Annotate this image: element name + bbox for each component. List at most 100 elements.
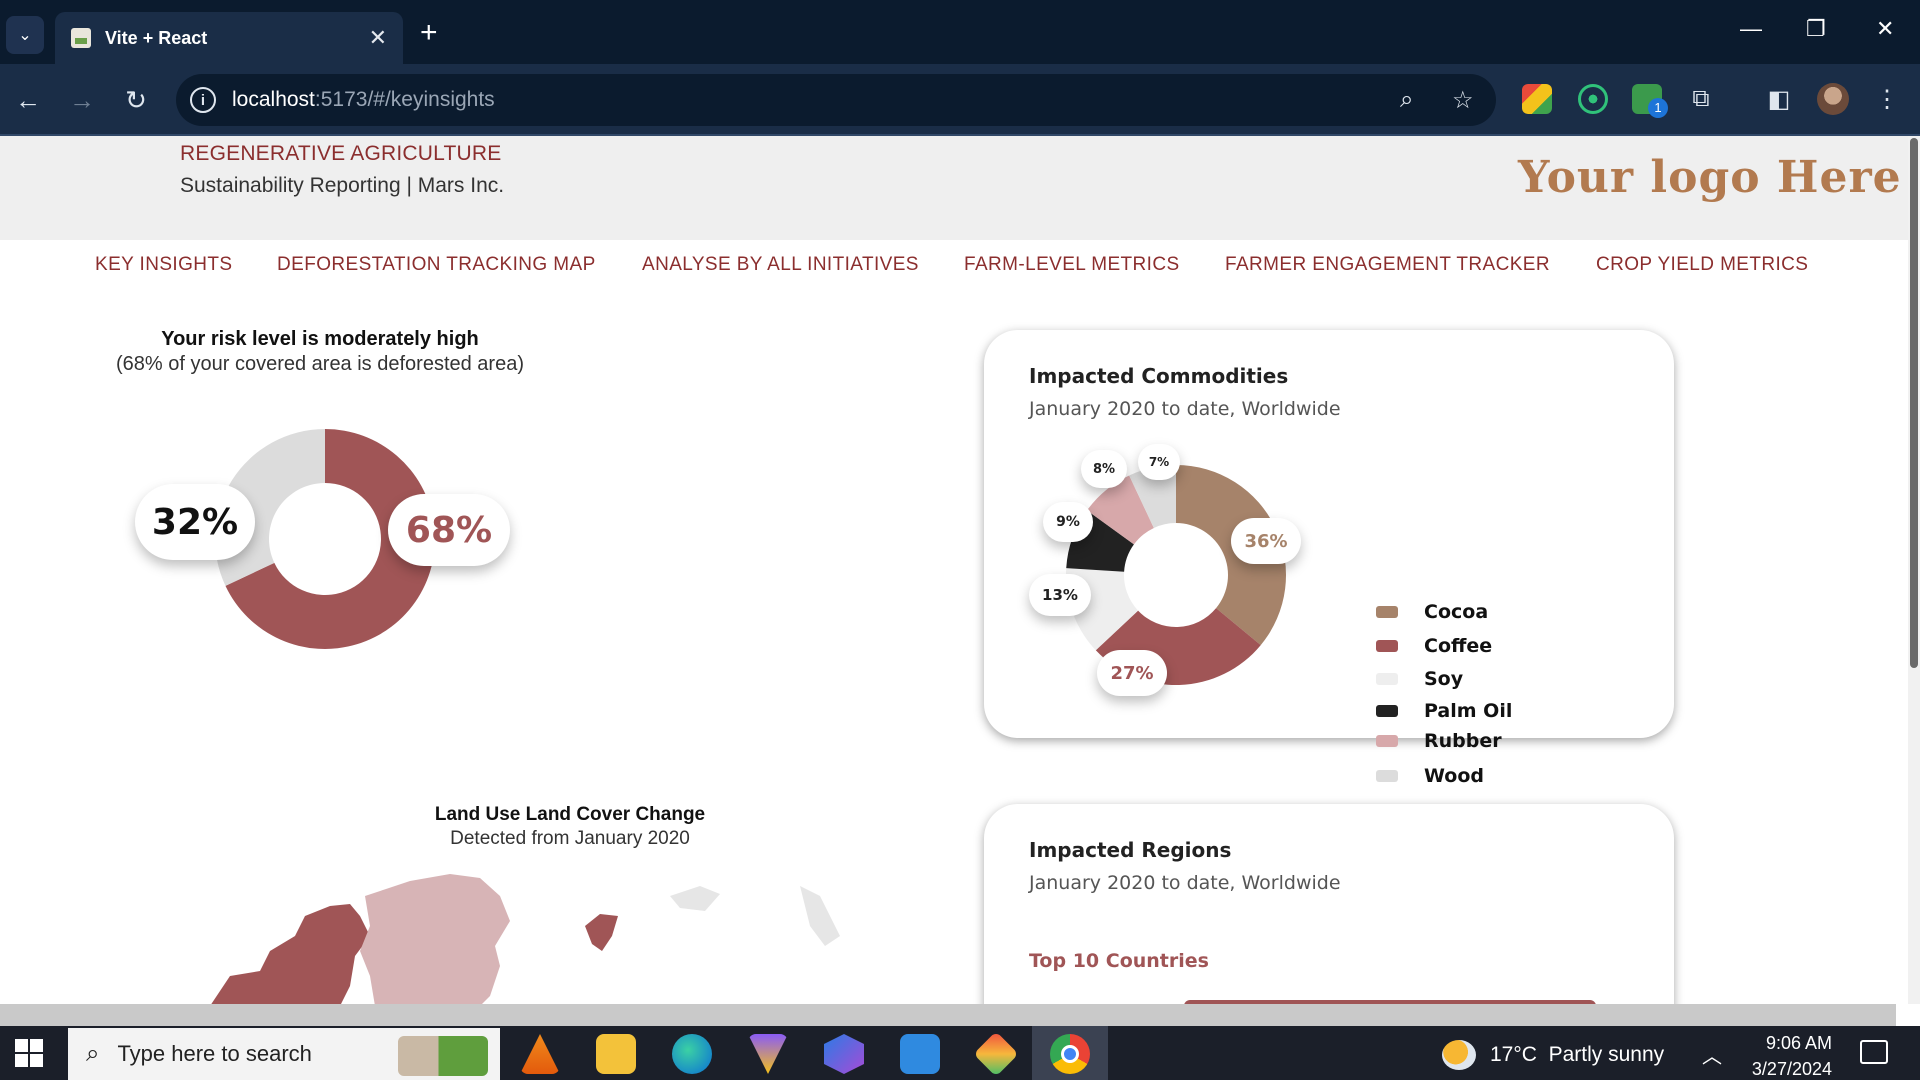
comm-label-soy: 13%: [1029, 574, 1091, 616]
chevron-down-icon: ⌄: [18, 27, 32, 44]
vertical-scrollbar[interactable]: [1908, 136, 1920, 1004]
legend-label: Coffee: [1424, 635, 1493, 657]
url-text: localhost:5173/#/keyinsights: [232, 88, 495, 111]
browser-tab[interactable]: Vite + React ✕: [55, 12, 403, 64]
taskbar-search-placeholder: Type here to search: [117, 1041, 312, 1066]
map-region-small: [585, 914, 618, 951]
extension-target-icon[interactable]: [1578, 84, 1608, 114]
vite-icon[interactable]: [748, 1034, 788, 1074]
legend-item-palm-oil: Palm Oil: [1376, 700, 1512, 722]
map-title: Land Use Land Cover Change: [434, 804, 706, 825]
window-close-icon[interactable]: ✕: [1876, 16, 1894, 42]
extension-badge: 1: [1648, 98, 1668, 118]
extension-sheet-icon[interactable]: 1: [1632, 84, 1668, 118]
legend-swatch: [1376, 735, 1398, 747]
risk-deforested-label: 68%: [388, 494, 510, 566]
reload-icon[interactable]: ↻: [118, 82, 154, 118]
close-icon[interactable]: ✕: [369, 25, 387, 51]
legend-label: Soy: [1424, 668, 1464, 690]
horizontal-scrollbar[interactable]: [0, 1004, 1896, 1026]
search-icon: ⌕: [86, 1040, 100, 1067]
brand-title: REGENERATIVE AGRICULTURE: [180, 142, 502, 165]
legend-swatch: [1376, 705, 1398, 717]
legend-item-wood: Wood: [1376, 765, 1484, 787]
taskbar-clock[interactable]: 9:06 AM 3/27/2024: [1740, 1030, 1832, 1082]
site-info-icon[interactable]: i: [190, 87, 216, 113]
map-region-light-b: [800, 886, 840, 946]
taskbar-weather[interactable]: 17°C Partly sunny: [1442, 1040, 1664, 1070]
legend-label: Wood: [1424, 765, 1484, 787]
taskbar-search-box[interactable]: ⌕ Type here to search: [68, 1028, 500, 1080]
logo-placeholder: Your logo Here: [1518, 152, 1902, 203]
legend-item-cocoa: Cocoa: [1376, 601, 1488, 623]
risk-subtitle: (68% of your covered area is deforested …: [116, 353, 524, 375]
legend-label: Cocoa: [1424, 601, 1489, 623]
edge-icon[interactable]: [672, 1034, 712, 1074]
commodities-subtitle: January 2020 to date, Worldwide: [1029, 398, 1341, 420]
bookmark-star-icon[interactable]: ☆: [1452, 86, 1474, 115]
weather-partly-sunny-icon: [1442, 1040, 1476, 1070]
commodities-donut-chart: [1066, 465, 1286, 685]
forward-arrow-icon[interactable]: →: [64, 82, 100, 118]
land-cover-map: [211, 874, 840, 1004]
legend-swatch: [1376, 770, 1398, 782]
chrome-icon: [1050, 1034, 1090, 1074]
map-region-cover: [360, 874, 510, 1004]
git-client-icon[interactable]: [973, 1031, 1019, 1077]
weather-text: 17°C Partly sunny: [1490, 1043, 1665, 1066]
new-tab-button[interactable]: +: [420, 18, 438, 48]
vlc-icon[interactable]: [520, 1034, 560, 1074]
app-header: REGENERATIVE AGRICULTURE Sustainability …: [0, 136, 1908, 240]
clock-date: 3/27/2024: [1751, 1059, 1832, 1079]
address-bar[interactable]: i localhost:5173/#/keyinsights ⌕ ☆: [176, 74, 1496, 126]
risk-covered-label: 32%: [135, 484, 255, 560]
map-subtitle: Detected from January 2020: [450, 828, 690, 849]
comm-label-palm-oil: 9%: [1043, 502, 1093, 542]
legend-item-rubber: Rubber: [1376, 730, 1502, 752]
copilot-icon[interactable]: [824, 1034, 864, 1074]
clock-time: 9:06 AM: [1765, 1033, 1832, 1053]
back-arrow-icon[interactable]: ←: [10, 82, 46, 118]
kebab-menu-icon[interactable]: ⋮: [1872, 84, 1902, 114]
regions-card: Impacted Regions January 2020 to date, W…: [984, 804, 1674, 1004]
zoom-search-icon[interactable]: ⌕: [1400, 86, 1413, 114]
restore-icon[interactable]: ❐: [1806, 16, 1826, 42]
puzzle-extensions-icon[interactable]: ⧉: [1686, 84, 1716, 114]
risk-title: Your risk level is moderately high: [161, 328, 479, 350]
main-nav: KEY INSIGHTS DEFORESTATION TRACKING MAP …: [0, 254, 1908, 288]
legend-label: Rubber: [1424, 730, 1502, 752]
browser-titlebar: ⌄ Vite + React ✕ + — ❐ ✕: [0, 0, 1920, 64]
brand-subtitle: Sustainability Reporting | Mars Inc.: [180, 174, 505, 197]
nav-farm-level-metrics[interactable]: FARM-LEVEL METRICS: [964, 254, 1180, 276]
search-highlight-icon: [398, 1036, 488, 1076]
nav-crop-yield[interactable]: CROP YIELD METRICS: [1596, 254, 1808, 276]
extension-color-icon[interactable]: [1522, 84, 1552, 114]
minimize-icon[interactable]: —: [1740, 16, 1762, 42]
legend-swatch: [1376, 673, 1398, 685]
nav-farmer-engagement[interactable]: FARMER ENGAGEMENT TRACKER: [1225, 254, 1550, 276]
comm-label-cocoa: 36%: [1231, 518, 1301, 564]
tab-favicon-icon: [71, 28, 91, 48]
windows-taskbar: ⌕ Type here to search 17°C Partly sunny …: [0, 1026, 1920, 1080]
regions-title: Impacted Regions: [1029, 838, 1232, 862]
tab-search-button[interactable]: ⌄: [6, 16, 44, 54]
nav-analyse-initiatives[interactable]: ANALYSE BY ALL INITIATIVES: [642, 254, 919, 276]
windows-start-icon[interactable]: [14, 1038, 44, 1068]
comm-label-wood: 7%: [1138, 444, 1180, 480]
tab-title: Vite + React: [105, 27, 208, 48]
chevron-up-icon[interactable]: ︿: [1702, 1040, 1722, 1069]
legend-swatch: [1376, 606, 1398, 618]
taskbar-active-app[interactable]: [1032, 1026, 1108, 1080]
vscode-icon[interactable]: [900, 1034, 940, 1074]
vertical-scroll-thumb[interactable]: [1910, 138, 1918, 668]
profile-avatar[interactable]: [1817, 83, 1849, 115]
file-explorer-icon[interactable]: [596, 1034, 636, 1074]
legend-item-coffee: Coffee: [1376, 635, 1492, 657]
legend-item-soy: Soy: [1376, 668, 1463, 690]
top-countries-heading: Top 10 Countries: [1029, 950, 1209, 972]
notification-icon[interactable]: [1860, 1040, 1888, 1064]
nav-key-insights[interactable]: KEY INSIGHTS: [95, 254, 233, 276]
nav-deforestation-map[interactable]: DEFORESTATION TRACKING MAP: [277, 254, 596, 276]
commodities-title: Impacted Commodities: [1029, 364, 1289, 388]
side-panel-icon[interactable]: ◧: [1764, 84, 1794, 114]
